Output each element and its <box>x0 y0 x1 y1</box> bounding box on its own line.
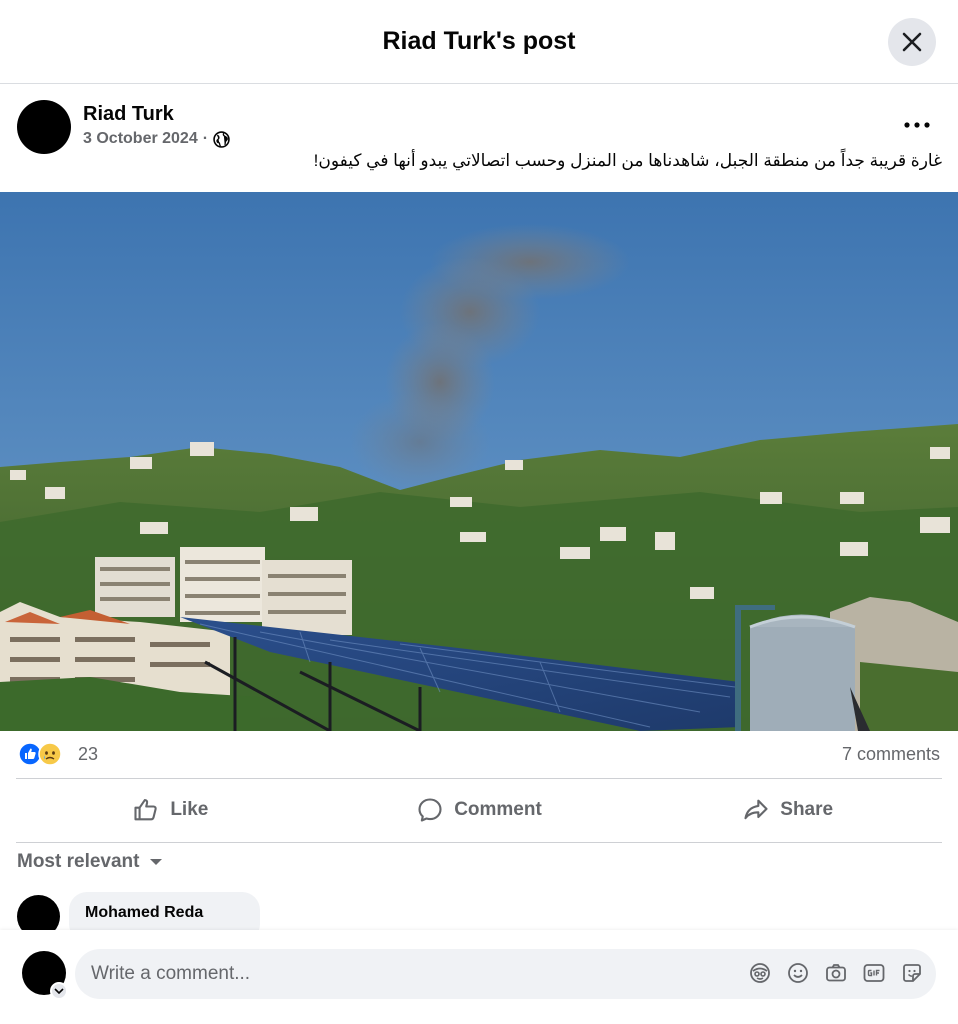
like-button[interactable]: Like <box>16 779 325 841</box>
post-meta: 3 October 2024 · <box>83 130 230 148</box>
dialog-header: Riad Turk's post <box>0 0 958 84</box>
emoji-icon <box>788 963 808 983</box>
post-photo[interactable] <box>0 192 958 731</box>
comment-composer <box>0 930 958 1024</box>
author-avatar[interactable] <box>17 100 71 154</box>
post-header: Riad Turk 3 October 2024 · غارة قريبة جد… <box>0 85 958 192</box>
dialog-title: Riad Turk's post <box>382 27 576 55</box>
like-label: Like <box>170 799 209 820</box>
divider <box>16 842 942 843</box>
comment-input-wrapper <box>75 949 936 999</box>
sad-icon <box>38 742 62 766</box>
composer-tools <box>748 961 924 985</box>
close-icon <box>902 32 922 52</box>
caret-down-icon <box>150 859 163 865</box>
share-button[interactable]: Share <box>633 779 942 841</box>
close-button[interactable] <box>888 18 936 66</box>
comments-count[interactable]: 7 comments <box>842 744 940 765</box>
sticker-icon <box>903 964 921 982</box>
comment-sort-dropdown[interactable]: Most relevant <box>17 851 163 873</box>
more-options-button[interactable] <box>901 113 933 137</box>
post-date[interactable]: 3 October 2024 <box>83 130 198 148</box>
post-dialog: Riad Turk's post Riad Turk 3 October 202… <box>0 0 958 1024</box>
comment-label: Comment <box>454 799 542 820</box>
comment-input[interactable] <box>91 949 731 999</box>
post-text: غارة قريبة جداً من منطقة الجبل، شاهدناها… <box>313 151 942 170</box>
globe-icon[interactable] <box>213 130 230 148</box>
camera-icon <box>826 964 846 982</box>
author-name[interactable]: Riad Turk <box>83 103 174 126</box>
share-label: Share <box>780 799 834 820</box>
comment-button[interactable]: Comment <box>325 779 634 841</box>
chevron-down-icon <box>54 988 64 994</box>
thumbs-up-icon <box>134 799 158 821</box>
reaction-icons[interactable] <box>18 742 62 766</box>
gif-icon <box>863 964 885 982</box>
avatar-sticker-icon <box>750 963 770 983</box>
meta-separator: · <box>202 130 209 147</box>
camera-button[interactable] <box>824 961 848 985</box>
account-switch-badge[interactable] <box>50 982 68 1000</box>
more-icon <box>904 122 930 128</box>
comment-icon <box>418 798 442 822</box>
gif-button[interactable] <box>862 961 886 985</box>
commenter-name[interactable]: Mohamed Reda <box>85 904 244 922</box>
reactions-bar: 23 7 comments <box>0 731 958 778</box>
reaction-count[interactable]: 23 <box>78 744 98 765</box>
avatar-sticker-button[interactable] <box>748 961 772 985</box>
emoji-button[interactable] <box>786 961 810 985</box>
share-icon <box>744 799 768 820</box>
sort-label: Most relevant <box>17 851 140 872</box>
sticker-button[interactable] <box>900 961 924 985</box>
post-actions: Like Comment Share <box>16 779 942 841</box>
